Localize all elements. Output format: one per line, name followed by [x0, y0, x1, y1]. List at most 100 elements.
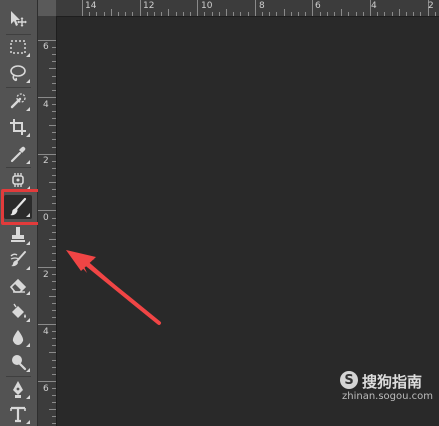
ruler-tick	[384, 12, 386, 16]
ruler-tick	[52, 217, 56, 219]
ruler-tick	[52, 174, 56, 176]
crop-icon	[10, 119, 26, 135]
vertical-ruler[interactable]: 6 4 2 0 2 4 6	[38, 16, 57, 426]
dodge-tool[interactable]	[4, 350, 32, 374]
ruler-tick	[52, 366, 56, 368]
ruler-tick	[52, 196, 56, 198]
ruler-tick	[334, 12, 335, 16]
lasso-tool[interactable]	[4, 61, 32, 85]
ruler-tick	[52, 309, 56, 311]
sogou-watermark: S 搜狗指南 zhinan.sogou.com	[340, 369, 436, 405]
lasso-icon	[10, 65, 26, 82]
ruler-tick	[190, 12, 191, 16]
ruler-tick	[49, 295, 56, 297]
ruler-tick	[110, 9, 112, 16]
ruler-tick	[52, 359, 56, 361]
type-tool[interactable]	[4, 402, 32, 426]
ruler-tick	[52, 189, 56, 191]
blur-tool[interactable]	[4, 325, 32, 349]
document-canvas[interactable]	[57, 17, 439, 426]
ruler-tick	[182, 12, 184, 16]
type-icon	[10, 406, 26, 423]
ruler-tick	[49, 238, 56, 240]
marquee-tool[interactable]	[4, 35, 32, 59]
ruler-tick	[52, 274, 56, 276]
pen-tool[interactable]	[4, 377, 32, 401]
ruler-origin[interactable]	[38, 0, 56, 16]
eraser-tool[interactable]	[4, 273, 32, 297]
brush-tool[interactable]	[4, 195, 32, 219]
horizontal-ruler[interactable]: 14 12 10 8 6 4 2	[56, 0, 439, 17]
eyedropper-tool[interactable]	[4, 142, 32, 166]
ruler-tick	[168, 9, 170, 16]
watermark-url: zhinan.sogou.com	[342, 391, 434, 402]
ruler-tick	[52, 118, 56, 120]
ruler-tick	[132, 12, 134, 16]
ruler-tick	[52, 253, 56, 254]
clone-stamp-tool[interactable]	[4, 223, 32, 247]
ruler-tick	[52, 47, 56, 49]
ruler-tick	[38, 153, 56, 155]
ruler-tick	[52, 402, 56, 404]
ruler-tick	[262, 12, 263, 16]
paint-bucket-icon	[12, 303, 26, 318]
ruler-tick	[52, 160, 56, 162]
ruler-tick	[233, 12, 235, 16]
ruler-tick	[197, 0, 199, 16]
move-icon	[11, 11, 27, 27]
healing-brush-tool[interactable]	[4, 168, 32, 192]
ruler-left-label: 6	[43, 384, 49, 394]
ruler-tick	[218, 12, 220, 16]
ruler-tick	[175, 12, 177, 16]
ruler-tick	[52, 139, 56, 141]
ruler-top-label: 6	[315, 1, 321, 11]
ruler-tick	[38, 380, 56, 382]
ruler-tick	[247, 12, 249, 16]
dodge-icon	[12, 355, 27, 371]
ruler-tick	[362, 12, 364, 16]
ruler-left-label: 2	[43, 270, 49, 280]
ruler-tick	[161, 12, 163, 16]
ruler-tick	[406, 12, 407, 16]
ruler-left-label: 4	[43, 100, 49, 110]
ruler-tick	[52, 373, 56, 375]
ruler-tick	[398, 9, 400, 16]
clone-stamp-icon	[11, 227, 25, 242]
move-tool[interactable]	[4, 7, 32, 31]
history-brush-tool[interactable]	[4, 248, 32, 272]
ruler-tick	[38, 324, 56, 325]
ruler-tick	[52, 54, 56, 56]
ruler-tick	[38, 267, 56, 269]
paint-bucket-tool[interactable]	[4, 300, 32, 324]
ruler-tick	[305, 12, 307, 16]
pen-icon	[13, 381, 23, 398]
ruler-tick	[240, 12, 242, 16]
ruler-tick	[38, 96, 56, 98]
ruler-tick	[52, 167, 56, 169]
ruler-tick	[52, 423, 56, 425]
ruler-tick	[52, 338, 56, 340]
ruler-tick	[52, 395, 56, 396]
ruler-tick	[326, 12, 328, 16]
ruler-tick	[391, 12, 393, 16]
crop-tool[interactable]	[4, 115, 32, 139]
ruler-tick	[269, 12, 271, 16]
ruler-tick	[139, 0, 141, 16]
ruler-tick	[52, 260, 56, 262]
ruler-tick	[52, 224, 56, 226]
blur-icon	[12, 330, 24, 345]
ruler-left-label: 2	[43, 156, 49, 166]
ruler-tick	[290, 12, 292, 16]
ruler-tick	[52, 345, 56, 347]
ruler-tick	[49, 409, 56, 411]
ruler-tick	[125, 12, 127, 16]
ruler-tick	[103, 12, 105, 16]
ruler-tick	[52, 387, 56, 389]
ruler-top-label: 12	[143, 1, 155, 11]
marquee-icon	[10, 40, 26, 54]
ruler-left-label: 0	[43, 213, 49, 223]
ruler-tick	[283, 9, 285, 16]
quick-selection-tool[interactable]	[4, 89, 32, 113]
quick-selection-icon	[10, 93, 26, 109]
ruler-tick	[413, 12, 415, 16]
